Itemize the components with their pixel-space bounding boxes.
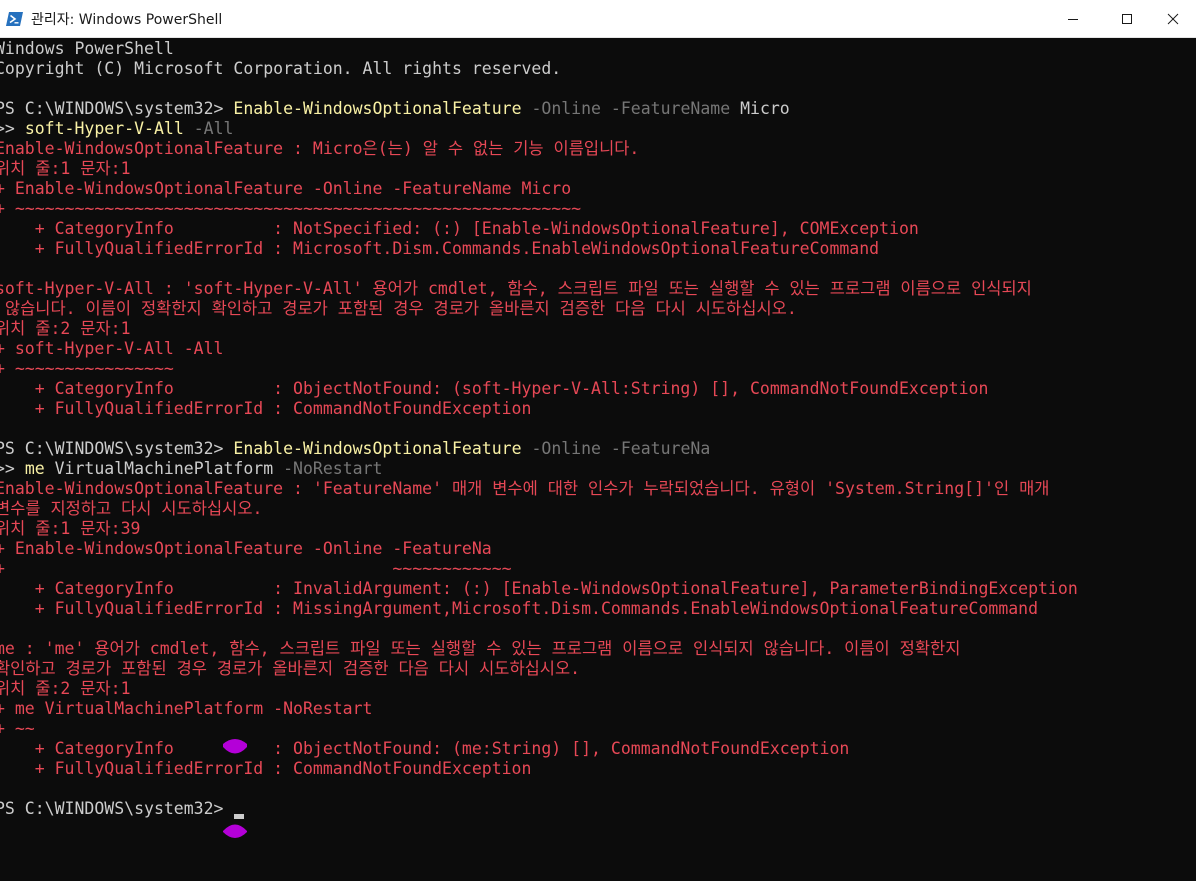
console-line: + Enable-WindowsOptionalFeature -Online … [0,179,1196,199]
console-text-segment: Enable-WindowsOptionalFeature [233,99,522,118]
console-line: soft-Hyper-V-All : 'soft-Hyper-V-All' 용어… [0,279,1196,299]
window-title: 관리자: Windows PowerShell [31,12,223,28]
console-text-segment: + CategoryInfo : InvalidArgument: (:) [E… [0,579,1078,598]
console-line: Windows PowerShell [0,39,1196,59]
console-text-segment: soft-Hyper-V-All [24,119,184,138]
console-text-segment: -Online -FeatureNa [521,439,711,458]
console-text-segment: 확인하고 경로가 포함된 경우 경로가 올바른지 검증한 다음 다시 시도하십시… [0,659,581,678]
minimize-icon [1068,19,1078,20]
console-line: 위치 줄:1 문자:1 [0,159,1196,179]
console-text-segment: me [24,459,45,478]
console-text-segment: + FullyQualifiedErrorId : MissingArgumen… [0,599,1039,618]
console-line: + ~~~~~~~~~~~~~~~~ [0,359,1196,379]
console-text-segment: Copyright (C) Microsoft Corporation. All… [0,59,562,78]
console-line: Enable-WindowsOptionalFeature : 'Feature… [0,479,1196,499]
console-text-segment: 위치 줄:1 문자:39 [0,519,141,538]
console-line: + soft-Hyper-V-All -All [0,339,1196,359]
console-text-segment: + CategoryInfo : NotSpecified: (:) [Enab… [0,219,919,238]
close-button[interactable] [1150,0,1196,38]
console-line: + FullyQualifiedErrorId : CommandNotFoun… [0,399,1196,419]
console-text-segment: >> [0,459,15,478]
console-line: + FullyQualifiedErrorId : CommandNotFoun… [0,759,1196,779]
console-line: me : 'me' 용어가 cmdlet, 함수, 스크립트 파일 또는 실행할… [0,639,1196,659]
console-text-segment: -Online -FeatureName [521,99,731,118]
console-text-segment: + ~~~~~~~~~~~~~~~~ [0,359,174,378]
console-line: 확인하고 경로가 포함된 경우 경로가 올바른지 검증한 다음 다시 시도하십시… [0,659,1196,679]
ime-indicator-top-icon [223,739,247,754]
maximize-button[interactable] [1104,0,1150,38]
console-line: PS C:\WINDOWS\system32> Enable-WindowsOp… [0,99,1196,119]
console-line: >> me VirtualMachinePlatform -NoRestart [0,459,1196,479]
console-text-segment: Windows PowerShell [0,39,174,58]
console-line: Enable-WindowsOptionalFeature : Micro은(는… [0,139,1196,159]
console-text-segment: VirtualMachinePlatform [44,459,274,478]
console-line: + me VirtualMachinePlatform -NoRestart [0,699,1196,719]
console-line: + Enable-WindowsOptionalFeature -Online … [0,539,1196,559]
console-line: Copyright (C) Microsoft Corporation. All… [0,59,1196,79]
console-text-segment: + ~~~~~~~~~~~~ [0,559,512,578]
console-line: + CategoryInfo : ObjectNotFound: (soft-H… [0,379,1196,399]
text-cursor [234,814,244,819]
console-line: PS C:\WINDOWS\system32> Enable-WindowsOp… [0,439,1196,459]
console-output[interactable]: Windows PowerShell Copyright (C) Microsof… [0,39,1196,881]
powershell-icon [6,12,23,26]
console-line: + CategoryInfo : ObjectNotFound: (me:Str… [0,739,1196,759]
console-text-segment: 위치 줄:2 문자:1 [0,679,131,698]
console-text-segment: + ~~ [0,719,35,738]
console-text-segment: -All [183,119,234,138]
console-text-segment: + FullyQualifiedErrorId : CommandNotFoun… [0,399,532,418]
console-text-segment: + me VirtualMachinePlatform -NoRestart [0,699,373,718]
console-text-segment: + Enable-WindowsOptionalFeature -Online … [0,179,572,198]
console-text-segment: soft-Hyper-V-All : 'soft-Hyper-V-All' 용어… [0,279,1032,298]
console-text-segment: Enable-WindowsOptionalFeature : Micro은(는… [0,139,640,158]
console-line: 위치 줄:2 문자:1 [0,319,1196,339]
console-text-segment: + CategoryInfo : ObjectNotFound: (me:Str… [0,739,850,758]
console-text-segment: >> [0,119,15,138]
maximize-icon [1122,14,1132,24]
console-text-segment: + ~~~~~~~~~~~~~~~~~~~~~~~~~~~~~~~~~~~~~~… [0,199,582,218]
console-text-segment: 위치 줄:2 문자:1 [0,319,131,338]
console-text-segment: Enable-WindowsOptionalFeature : 'Feature… [0,479,1050,498]
console-line: 변수를 지정하고 다시 시도하십시오. [0,499,1196,519]
console-text-segment: 위치 줄:1 문자:1 [0,159,131,178]
console-text-segment: Micro [730,99,790,118]
console-line: 위치 줄:1 문자:39 [0,519,1196,539]
console-text-segment: + FullyQualifiedErrorId : Microsoft.Dism… [0,239,880,258]
console-line: + CategoryInfo : NotSpecified: (:) [Enab… [0,219,1196,239]
console-line: + FullyQualifiedErrorId : Microsoft.Dism… [0,239,1196,259]
console-text-segment: + Enable-WindowsOptionalFeature -Online … [0,539,492,558]
console-text-segment: 않습니다. 이름이 정확한지 확인하고 경로가 포함된 경우 경로가 올바른지 … [0,299,797,318]
console-text-segment: 변수를 지정하고 다시 시도하십시오. [0,499,263,518]
console-text-segment: + CategoryInfo : ObjectNotFound: (soft-H… [0,379,989,398]
console-line: + FullyQualifiedErrorId : MissingArgumen… [0,599,1196,619]
console-line: + CategoryInfo : InvalidArgument: (:) [E… [0,579,1196,599]
console-line: >> soft-Hyper-V-All -All [0,119,1196,139]
console-line: + ~~~~~~~~~~~~~~~~~~~~~~~~~~~~~~~~~~~~~~… [0,199,1196,219]
console-text-segment: PS C:\WINDOWS\system32> [0,99,234,118]
console-text-segment: + soft-Hyper-V-All -All [0,339,224,358]
close-icon [1167,13,1179,25]
console-text-segment: + FullyQualifiedErrorId : CommandNotFoun… [0,759,532,778]
console-text-segment: me : 'me' 용어가 cmdlet, 함수, 스크립트 파일 또는 실행할… [0,639,961,658]
console-line: PS C:\WINDOWS\system32> [0,799,1196,819]
console-text-segment: PS C:\WINDOWS\system32> [0,799,234,818]
console-text-segment: -NoRestart [273,459,383,478]
title-bar[interactable]: 관리자: Windows PowerShell [0,0,1196,38]
minimize-button[interactable] [1050,0,1096,38]
console-text-segment: PS C:\WINDOWS\system32> [0,439,234,458]
console-line: 위치 줄:2 문자:1 [0,679,1196,699]
ime-indicator-bottom-icon [223,824,247,838]
console-line: 않습니다. 이름이 정확한지 확인하고 경로가 포함된 경우 경로가 올바른지 … [0,299,1196,319]
console-line: + ~~~~~~~~~~~~ [0,559,1196,579]
powershell-window: 관리자: Windows PowerShell Windows PowerShe… [0,0,1196,881]
console-line: + ~~ [0,719,1196,739]
console-text-segment: Enable-WindowsOptionalFeature [233,439,522,458]
